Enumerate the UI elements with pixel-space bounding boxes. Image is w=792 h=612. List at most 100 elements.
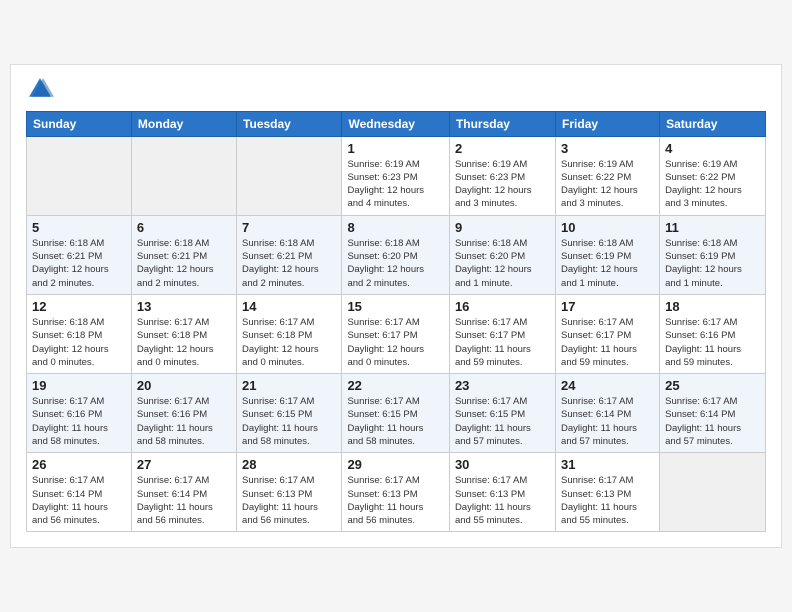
logo (26, 75, 58, 103)
calendar-cell: 28 Sunrise: 6:17 AM Sunset: 6:13 PM Dayli… (237, 453, 342, 532)
calendar-cell: 16 Sunrise: 6:17 AM Sunset: 6:17 PM Dayli… (449, 294, 555, 373)
day-number: 28 (242, 457, 336, 472)
day-info: Sunrise: 6:17 AM Sunset: 6:18 PM Dayligh… (242, 316, 336, 369)
calendar-cell: 11Sunrise: 6:18 AM Sunset: 6:19 PM Dayli… (660, 215, 766, 294)
day-info: Sunrise: 6:17 AM Sunset: 6:13 PM Dayligh… (455, 474, 550, 527)
calendar-week-2: 5 Sunrise: 6:18 AM Sunset: 6:21 PM Daylig… (27, 215, 766, 294)
calendar-cell: 25 Sunrise: 6:17 AM Sunset: 6:14 PM Dayli… (660, 374, 766, 453)
day-info: Sunrise: 6:17 AM Sunset: 6:13 PM Dayligh… (561, 474, 654, 527)
header-section (26, 75, 766, 103)
day-number: 25 (665, 378, 760, 393)
calendar-cell: 3 Sunrise: 6:19 AM Sunset: 6:22 PM Daylig… (556, 136, 660, 215)
calendar-cell: 15 Sunrise: 6:17 AM Sunset: 6:17 PM Dayli… (342, 294, 449, 373)
day-number: 24 (561, 378, 654, 393)
day-number: 27 (137, 457, 231, 472)
day-info: Sunrise: 6:17 AM Sunset: 6:14 PM Dayligh… (561, 395, 654, 448)
day-number: 30 (455, 457, 550, 472)
weekday-header-saturday: Saturday (660, 111, 766, 136)
day-number: 14 (242, 299, 336, 314)
day-info: Sunrise: 6:18 AM Sunset: 6:21 PM Dayligh… (242, 237, 336, 290)
day-info: Sunrise: 6:17 AM Sunset: 6:13 PM Dayligh… (347, 474, 443, 527)
day-info: Sunrise: 6:17 AM Sunset: 6:16 PM Dayligh… (665, 316, 760, 369)
calendar-week-1: 1 Sunrise: 6:19 AM Sunset: 6:23 PM Daylig… (27, 136, 766, 215)
day-number: 11 (665, 220, 760, 235)
calendar-cell: 30 Sunrise: 6:17 AM Sunset: 6:13 PM Dayli… (449, 453, 555, 532)
day-number: 16 (455, 299, 550, 314)
day-number: 1 (347, 141, 443, 156)
day-number: 23 (455, 378, 550, 393)
calendar-cell (131, 136, 236, 215)
day-info: Sunrise: 6:19 AM Sunset: 6:22 PM Dayligh… (665, 158, 760, 211)
day-info: Sunrise: 6:18 AM Sunset: 6:21 PM Dayligh… (137, 237, 231, 290)
day-info: Sunrise: 6:18 AM Sunset: 6:19 PM Dayligh… (561, 237, 654, 290)
day-info: Sunrise: 6:18 AM Sunset: 6:20 PM Dayligh… (347, 237, 443, 290)
calendar-cell: 7 Sunrise: 6:18 AM Sunset: 6:21 PM Daylig… (237, 215, 342, 294)
day-info: Sunrise: 6:17 AM Sunset: 6:17 PM Dayligh… (561, 316, 654, 369)
calendar-cell (27, 136, 132, 215)
day-info: Sunrise: 6:17 AM Sunset: 6:16 PM Dayligh… (32, 395, 126, 448)
weekday-header-friday: Friday (556, 111, 660, 136)
day-info: Sunrise: 6:17 AM Sunset: 6:14 PM Dayligh… (137, 474, 231, 527)
day-number: 4 (665, 141, 760, 156)
calendar-cell (237, 136, 342, 215)
day-info: Sunrise: 6:17 AM Sunset: 6:15 PM Dayligh… (455, 395, 550, 448)
day-number: 26 (32, 457, 126, 472)
day-number: 22 (347, 378, 443, 393)
calendar-cell: 9 Sunrise: 6:18 AM Sunset: 6:20 PM Daylig… (449, 215, 555, 294)
weekday-header-wednesday: Wednesday (342, 111, 449, 136)
day-number: 21 (242, 378, 336, 393)
calendar-cell: 8Sunrise: 6:18 AM Sunset: 6:20 PM Daylig… (342, 215, 449, 294)
day-number: 29 (347, 457, 443, 472)
day-info: Sunrise: 6:17 AM Sunset: 6:17 PM Dayligh… (455, 316, 550, 369)
calendar-cell: 24 Sunrise: 6:17 AM Sunset: 6:14 PM Dayli… (556, 374, 660, 453)
calendar-cell: 6 Sunrise: 6:18 AM Sunset: 6:21 PM Daylig… (131, 215, 236, 294)
day-info: Sunrise: 6:19 AM Sunset: 6:23 PM Dayligh… (347, 158, 443, 211)
day-info: Sunrise: 6:17 AM Sunset: 6:14 PM Dayligh… (32, 474, 126, 527)
day-info: Sunrise: 6:18 AM Sunset: 6:20 PM Dayligh… (455, 237, 550, 290)
day-number: 5 (32, 220, 126, 235)
day-number: 6 (137, 220, 231, 235)
day-number: 13 (137, 299, 231, 314)
day-info: Sunrise: 6:17 AM Sunset: 6:18 PM Dayligh… (137, 316, 231, 369)
calendar-cell: 29 Sunrise: 6:17 AM Sunset: 6:13 PM Dayli… (342, 453, 449, 532)
calendar-container: SundayMondayTuesdayWednesdayThursdayFrid… (10, 64, 782, 549)
calendar-cell: 10Sunrise: 6:18 AM Sunset: 6:19 PM Dayli… (556, 215, 660, 294)
day-number: 7 (242, 220, 336, 235)
calendar-cell: 5 Sunrise: 6:18 AM Sunset: 6:21 PM Daylig… (27, 215, 132, 294)
day-number: 15 (347, 299, 443, 314)
day-info: Sunrise: 6:18 AM Sunset: 6:21 PM Dayligh… (32, 237, 126, 290)
calendar-week-5: 26 Sunrise: 6:17 AM Sunset: 6:14 PM Dayli… (27, 453, 766, 532)
day-number: 31 (561, 457, 654, 472)
day-number: 9 (455, 220, 550, 235)
calendar-week-3: 12Sunrise: 6:18 AM Sunset: 6:18 PM Dayli… (27, 294, 766, 373)
logo-icon (26, 75, 54, 103)
calendar-cell: 12Sunrise: 6:18 AM Sunset: 6:18 PM Dayli… (27, 294, 132, 373)
day-number: 2 (455, 141, 550, 156)
calendar-cell: 2 Sunrise: 6:19 AM Sunset: 6:23 PM Daylig… (449, 136, 555, 215)
calendar-cell: 14 Sunrise: 6:17 AM Sunset: 6:18 PM Dayli… (237, 294, 342, 373)
calendar-cell: 26 Sunrise: 6:17 AM Sunset: 6:14 PM Dayli… (27, 453, 132, 532)
day-info: Sunrise: 6:17 AM Sunset: 6:17 PM Dayligh… (347, 316, 443, 369)
calendar-cell: 27 Sunrise: 6:17 AM Sunset: 6:14 PM Dayli… (131, 453, 236, 532)
day-info: Sunrise: 6:19 AM Sunset: 6:22 PM Dayligh… (561, 158, 654, 211)
day-info: Sunrise: 6:17 AM Sunset: 6:13 PM Dayligh… (242, 474, 336, 527)
calendar-grid: SundayMondayTuesdayWednesdayThursdayFrid… (26, 111, 766, 533)
day-info: Sunrise: 6:17 AM Sunset: 6:15 PM Dayligh… (347, 395, 443, 448)
calendar-cell: 20 Sunrise: 6:17 AM Sunset: 6:16 PM Dayli… (131, 374, 236, 453)
day-number: 20 (137, 378, 231, 393)
day-number: 17 (561, 299, 654, 314)
day-info: Sunrise: 6:18 AM Sunset: 6:18 PM Dayligh… (32, 316, 126, 369)
calendar-cell: 22 Sunrise: 6:17 AM Sunset: 6:15 PM Dayli… (342, 374, 449, 453)
calendar-cell: 18 Sunrise: 6:17 AM Sunset: 6:16 PM Dayli… (660, 294, 766, 373)
day-number: 19 (32, 378, 126, 393)
calendar-cell: 31 Sunrise: 6:17 AM Sunset: 6:13 PM Dayli… (556, 453, 660, 532)
day-info: Sunrise: 6:17 AM Sunset: 6:16 PM Dayligh… (137, 395, 231, 448)
calendar-cell: 1 Sunrise: 6:19 AM Sunset: 6:23 PM Daylig… (342, 136, 449, 215)
day-info: Sunrise: 6:19 AM Sunset: 6:23 PM Dayligh… (455, 158, 550, 211)
day-number: 3 (561, 141, 654, 156)
day-info: Sunrise: 6:17 AM Sunset: 6:14 PM Dayligh… (665, 395, 760, 448)
day-info: Sunrise: 6:17 AM Sunset: 6:15 PM Dayligh… (242, 395, 336, 448)
day-number: 18 (665, 299, 760, 314)
weekday-header-row: SundayMondayTuesdayWednesdayThursdayFrid… (27, 111, 766, 136)
calendar-cell: 13 Sunrise: 6:17 AM Sunset: 6:18 PM Dayli… (131, 294, 236, 373)
